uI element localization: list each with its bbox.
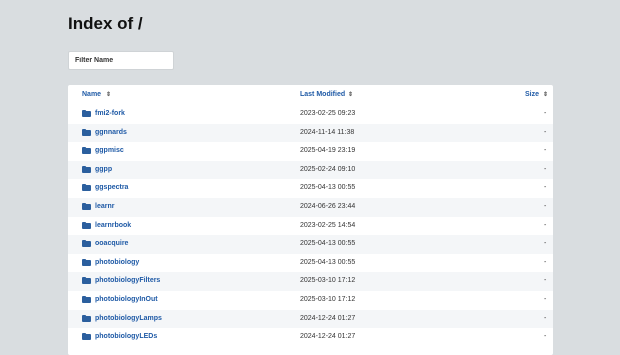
folder-icon — [82, 221, 91, 229]
size-value: - — [544, 147, 547, 155]
last-modified-value: 2024-06-26 23:44 — [300, 202, 356, 210]
size-value: - — [544, 333, 547, 341]
size-value: - — [544, 184, 547, 192]
folder-link[interactable]: ggpmisc — [95, 147, 124, 154]
column-header-name[interactable]: Name — [82, 91, 101, 98]
table-row: photobiology 2025-04-13 00:55 - — [68, 254, 553, 273]
table-row: photobiologyFilters 2025-03-10 17:12 - — [68, 272, 553, 291]
last-modified-value: 2025-03-10 17:12 — [300, 277, 356, 285]
folder-link[interactable]: learnr — [95, 203, 114, 210]
folder-icon — [82, 240, 91, 248]
table-row: photobiologyLamps 2024-12-24 01:27 - — [68, 309, 553, 329]
last-modified-value: 2025-04-13 00:55 — [300, 258, 356, 266]
last-modified-value: 2024-11-14 11:38 — [300, 128, 355, 136]
table-row: fmi2-fork 2023-02-25 09:23 - — [68, 105, 553, 124]
folder-icon — [82, 128, 91, 136]
table-row: ggpp 2025-02-24 09:10 - — [68, 160, 553, 180]
table-row: learnr 2024-06-26 23:44 - — [68, 197, 553, 217]
size-value: - — [544, 277, 547, 285]
page-title: Index of / — [68, 14, 143, 33]
folder-link[interactable]: ggspectra — [95, 184, 128, 191]
folder-icon — [82, 184, 91, 192]
column-header-last-modified[interactable]: Last Modified — [300, 91, 345, 98]
last-modified-value: 2025-04-13 00:55 — [300, 184, 356, 192]
table-row: photobiologyLEDs 2024-12-24 01:27 - — [68, 328, 553, 347]
folder-link[interactable]: photobiologyLEDs — [95, 333, 157, 340]
size-value: - — [544, 295, 547, 303]
size-value: - — [544, 202, 547, 210]
last-modified-value: 2024-12-24 01:27 — [300, 333, 356, 341]
folder-icon — [82, 147, 91, 155]
folder-link[interactable]: ooacquire — [95, 240, 128, 247]
table-body: fmi2-fork 2023-02-25 09:23 - ggnnards 20… — [68, 105, 553, 347]
folder-icon — [82, 295, 91, 303]
folder-icon — [82, 165, 91, 173]
table-row: learnrbook 2023-02-25 14:54 - — [68, 217, 553, 236]
folder-icon — [82, 202, 91, 210]
size-value: - — [544, 258, 547, 266]
table-row: ggpmisc 2025-04-19 23:19 - — [68, 142, 553, 161]
last-modified-value: 2025-02-24 09:10 — [300, 165, 356, 173]
last-modified-value: 2025-04-19 23:19 — [300, 147, 356, 155]
table-header: Name ⇕ Last Modified ⇕ Size ⇕ — [68, 85, 553, 105]
folder-link[interactable]: photobiologyLamps — [95, 315, 162, 322]
size-value: - — [544, 240, 547, 248]
table-row: ggnnards 2024-11-14 11:38 - — [68, 123, 553, 143]
size-value: - — [544, 128, 547, 136]
folder-link[interactable]: fmi2-fork — [95, 110, 125, 117]
size-value: - — [544, 314, 547, 322]
filter-name-input[interactable] — [68, 51, 174, 70]
last-modified-value: 2025-04-13 00:55 — [300, 240, 356, 248]
table-row: ggspectra 2025-04-13 00:55 - — [68, 179, 553, 198]
sort-name-icon[interactable]: ⇕ — [106, 91, 111, 98]
column-header-size[interactable]: Size — [525, 91, 539, 98]
folder-link[interactable]: photobiologyInOut — [95, 296, 158, 303]
folder-link[interactable]: photobiologyFilters — [95, 277, 160, 284]
last-modified-value: 2025-03-10 17:12 — [300, 295, 356, 303]
folder-icon — [82, 258, 91, 266]
size-value: - — [544, 165, 547, 173]
folder-link[interactable]: learnrbook — [95, 222, 131, 229]
last-modified-value: 2023-02-25 14:54 — [300, 221, 356, 229]
folder-link[interactable]: ggpp — [95, 166, 112, 173]
sort-modified-icon[interactable]: ⇕ — [348, 91, 353, 98]
folder-link[interactable]: photobiology — [95, 259, 139, 266]
table-row: photobiologyInOut 2025-03-10 17:12 - — [68, 291, 553, 310]
folder-icon — [82, 333, 91, 341]
file-listing-table: Name ⇕ Last Modified ⇕ Size ⇕ fmi2-fork … — [68, 85, 553, 355]
folder-link[interactable]: ggnnards — [95, 129, 127, 136]
table-row: ooacquire 2025-04-13 00:55 - — [68, 235, 553, 254]
size-value: - — [544, 221, 547, 229]
folder-icon — [82, 277, 91, 285]
folder-icon — [82, 110, 91, 117]
last-modified-value: 2024-12-24 01:27 — [300, 314, 356, 322]
last-modified-value: 2023-02-25 09:23 — [300, 110, 356, 117]
folder-icon — [82, 314, 91, 322]
size-value: - — [544, 110, 547, 117]
sort-size-icon[interactable]: ⇕ — [543, 91, 548, 98]
